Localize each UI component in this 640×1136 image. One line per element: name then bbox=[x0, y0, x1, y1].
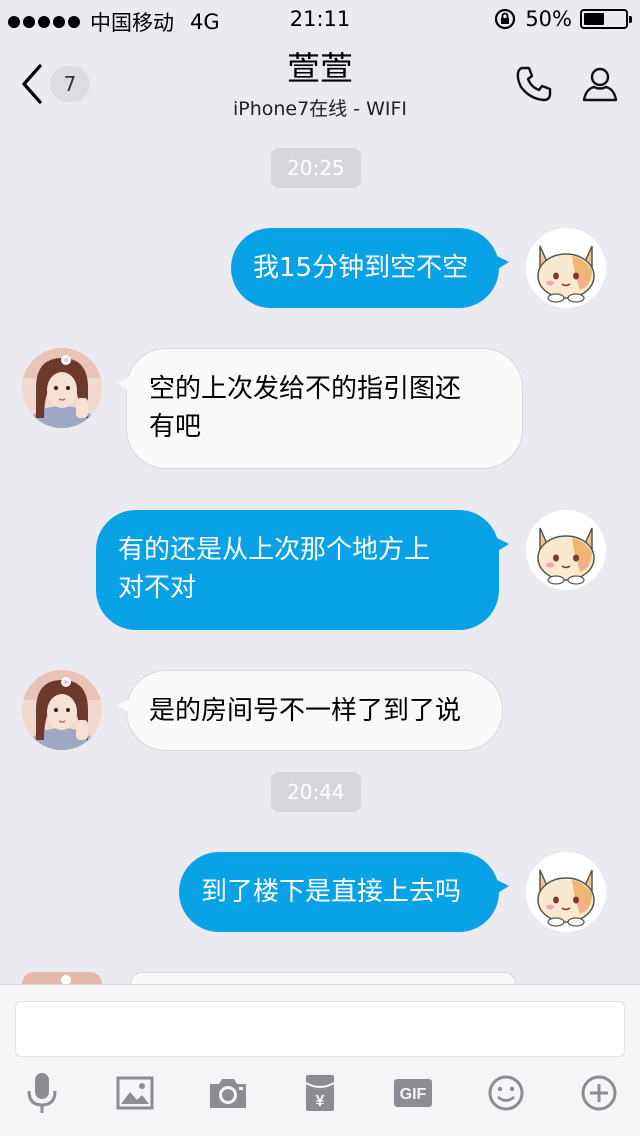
gif-icon[interactable]: GIF bbox=[391, 1071, 435, 1115]
battery-percent: 50% bbox=[525, 7, 572, 31]
chat-header: 7 萱萱 iPhone7在线 - WIFI bbox=[0, 40, 640, 130]
image-icon[interactable] bbox=[113, 1071, 157, 1115]
contact-avatar[interactable] bbox=[22, 348, 102, 428]
message-text-line: 对不对 bbox=[118, 573, 197, 603]
message-bubble-outgoing[interactable]: 到了楼下是直接上去吗 bbox=[179, 852, 509, 932]
emoji-icon[interactable] bbox=[484, 1071, 528, 1115]
timestamp: 20:25 bbox=[271, 148, 361, 188]
message-bubble-incoming[interactable]: 是的房间号不一样了到了说 bbox=[117, 670, 503, 751]
message-text-line: 有的还是从上次那个地方上 bbox=[118, 535, 431, 565]
message-bubble-outgoing[interactable]: 我15分钟到空不空 bbox=[231, 228, 509, 308]
message-text: 是的房间号不一样了到了说 bbox=[149, 696, 462, 726]
camera-icon[interactable] bbox=[206, 1071, 250, 1115]
message-text-line: 有吧 bbox=[149, 412, 202, 442]
plus-icon[interactable] bbox=[577, 1071, 621, 1115]
timestamp: 20:44 bbox=[271, 772, 361, 812]
red-packet-label: ¥ bbox=[316, 1093, 325, 1110]
message-bubble-incoming bbox=[130, 972, 516, 984]
my-avatar-cat[interactable] bbox=[526, 852, 606, 932]
input-area: ¥ GIF bbox=[0, 984, 640, 1136]
message-text: 我15分钟到空不空 bbox=[253, 253, 469, 283]
rotation-lock-icon bbox=[495, 8, 516, 30]
gif-label: GIF bbox=[400, 1086, 427, 1103]
message-bubble-incoming[interactable]: 空的上次发给不的指引图还 有吧 bbox=[117, 348, 523, 469]
contact-avatar bbox=[22, 972, 102, 984]
contact-avatar[interactable] bbox=[22, 670, 102, 750]
message-text-line: 空的上次发给不的指引图还 bbox=[149, 374, 462, 404]
microphone-icon[interactable] bbox=[20, 1071, 64, 1115]
my-avatar-cat[interactable] bbox=[526, 510, 606, 590]
message-bubble-outgoing[interactable]: 有的还是从上次那个地方上 对不对 bbox=[96, 510, 509, 630]
my-avatar-cat[interactable] bbox=[526, 228, 606, 308]
battery-icon bbox=[580, 9, 632, 29]
message-text: 到了楼下是直接上去吗 bbox=[201, 877, 462, 907]
contact-profile-icon[interactable] bbox=[580, 64, 620, 104]
red-packet-icon[interactable]: ¥ bbox=[298, 1071, 342, 1115]
phone-call-icon[interactable] bbox=[514, 64, 554, 104]
status-bar: 中国移动 4G 21:11 50% bbox=[0, 0, 640, 40]
message-input[interactable] bbox=[15, 1001, 625, 1057]
